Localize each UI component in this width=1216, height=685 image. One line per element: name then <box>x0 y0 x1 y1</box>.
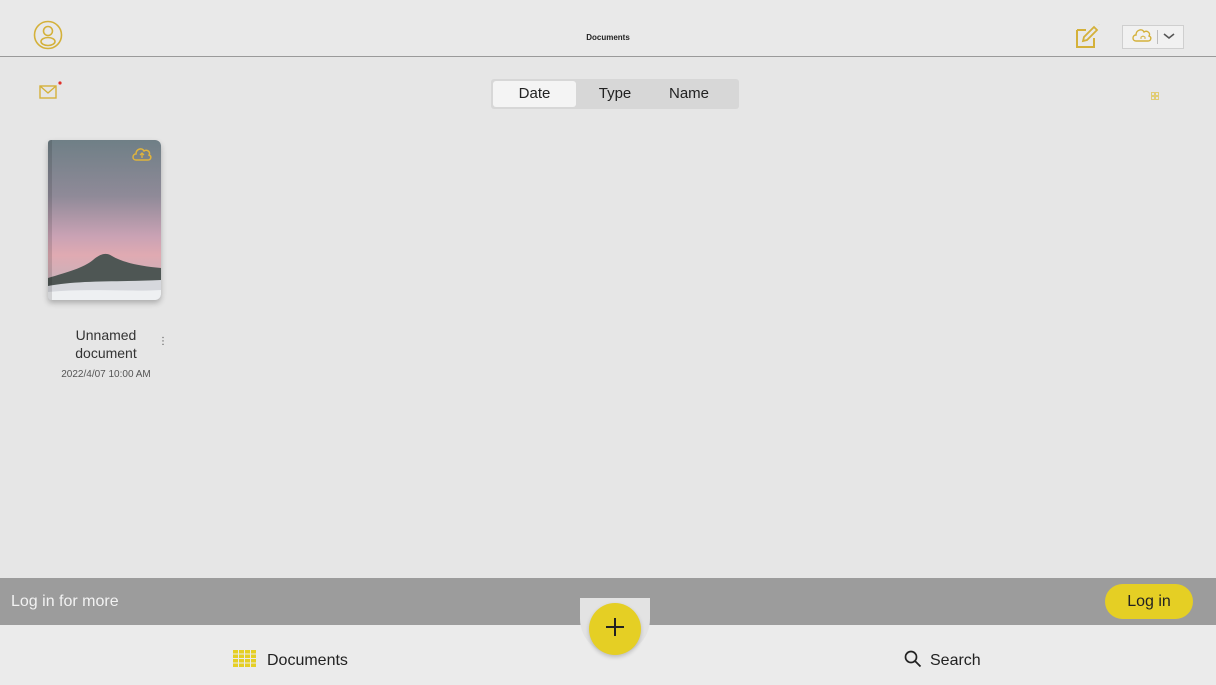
cloud-home-icon <box>1131 27 1153 48</box>
sort-segmented-control: Date Type Name <box>491 79 739 109</box>
nav-search-label: Search <box>930 652 981 669</box>
sort-option-name[interactable]: Name <box>654 81 724 107</box>
page-title: Documents <box>586 33 630 42</box>
nav-documents-label: Documents <box>267 652 348 669</box>
edit-note-icon[interactable] <box>1074 21 1101 50</box>
add-document-button[interactable] <box>589 603 641 655</box>
login-button[interactable]: Log in <box>1105 584 1193 619</box>
search-icon <box>904 650 922 673</box>
login-banner-message: Log in for more <box>11 593 119 610</box>
sort-option-type[interactable]: Type <box>576 81 654 107</box>
nav-search[interactable]: Search <box>904 650 981 673</box>
mail-icon[interactable] <box>39 81 62 99</box>
top-bar: Documents <box>0 0 1216 57</box>
cloud-switch[interactable] <box>1122 25 1184 49</box>
more-vertical-icon[interactable]: ⋮ <box>158 335 168 349</box>
document-date: 2022/4/07 10:00 AM <box>61 369 151 380</box>
cloud-upload-icon <box>132 146 152 162</box>
grid-icon <box>233 649 259 673</box>
chevron-down-icon[interactable] <box>1162 28 1176 46</box>
document-cover[interactable] <box>48 140 161 300</box>
nav-documents[interactable]: Documents <box>233 649 348 673</box>
plus-icon <box>604 616 626 643</box>
separator <box>1157 30 1158 44</box>
sort-option-date[interactable]: Date <box>493 81 576 107</box>
grid-view-icon[interactable] <box>1151 87 1159 100</box>
document-name[interactable]: Unnamed document <box>56 326 156 362</box>
